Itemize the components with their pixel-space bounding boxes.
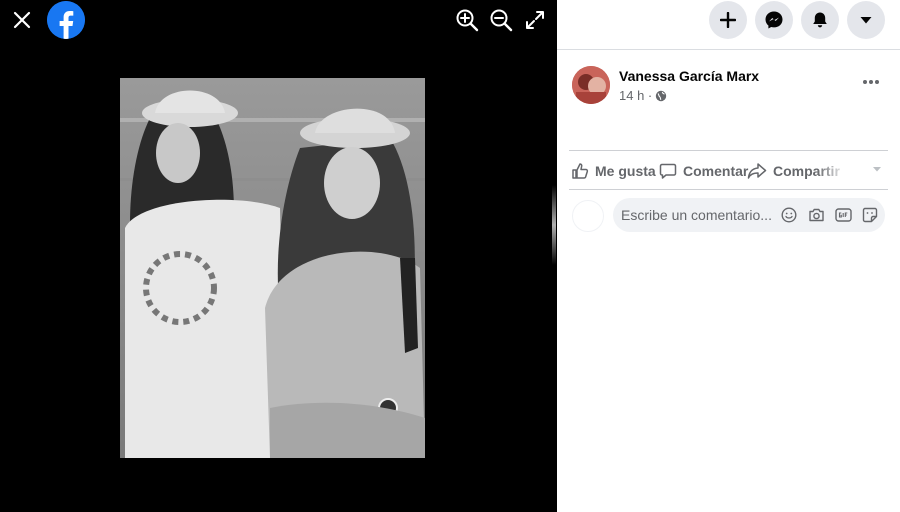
camera-icon — [808, 208, 824, 222]
post-time[interactable]: 14 h · — [619, 88, 652, 103]
post-header: Vanessa García Marx 14 h · — [557, 50, 900, 150]
author-avatar[interactable] — [572, 66, 610, 104]
black-and-white-photo — [120, 78, 425, 458]
share-label: Compartir — [773, 163, 840, 179]
comment-input[interactable] — [621, 207, 771, 223]
like-button[interactable]: Me gusta — [571, 162, 656, 180]
sticker-icon — [862, 207, 878, 223]
messenger-icon — [765, 11, 783, 29]
viewer-tools — [453, 6, 549, 34]
bell-icon — [813, 12, 827, 28]
more-icon — [863, 80, 879, 84]
zoom-in-button[interactable] — [453, 6, 481, 34]
post-panel: Vanessa García Marx 14 h · Me gusta Come… — [557, 0, 900, 512]
messenger-button[interactable] — [755, 1, 793, 39]
emoji-icon — [781, 207, 797, 223]
gif-button[interactable] — [834, 206, 852, 224]
thumbs-up-icon — [572, 163, 589, 179]
post-options-button[interactable] — [856, 72, 886, 92]
camera-button[interactable] — [807, 206, 825, 224]
sticker-button[interactable] — [861, 206, 879, 224]
avatar-photo — [572, 66, 610, 104]
share-options-button[interactable] — [872, 165, 882, 173]
caret-down-small-icon — [873, 167, 881, 172]
comment-box[interactable] — [613, 198, 885, 232]
fullscreen-icon — [526, 11, 544, 29]
top-bar — [557, 0, 900, 50]
comment-button[interactable]: Comentar — [659, 162, 748, 180]
facebook-logo-icon — [47, 1, 85, 39]
share-button[interactable]: Compartir — [747, 162, 847, 180]
fullscreen-button[interactable] — [521, 6, 549, 34]
account-menu-button[interactable] — [847, 1, 885, 39]
emoji-button[interactable] — [780, 206, 798, 224]
zoom-in-icon — [456, 9, 479, 32]
share-icon — [747, 163, 767, 179]
photo-viewer — [0, 0, 557, 512]
gif-icon — [834, 208, 852, 222]
zoom-out-button[interactable] — [487, 6, 515, 34]
zoom-out-icon — [490, 9, 513, 32]
panel-edge — [552, 185, 556, 265]
facebook-logo[interactable] — [47, 1, 85, 39]
post-photo[interactable] — [120, 78, 425, 458]
plus-icon — [720, 12, 736, 28]
comment-icon — [659, 163, 677, 179]
globe-icon — [656, 90, 667, 101]
viewer-avatar[interactable] — [572, 200, 604, 232]
like-label: Me gusta — [595, 163, 656, 179]
comment-composer — [572, 198, 885, 232]
close-button[interactable] — [8, 6, 36, 34]
post-meta: 14 h · — [619, 88, 667, 103]
caret-down-icon — [860, 17, 872, 24]
notifications-button[interactable] — [801, 1, 839, 39]
author-name[interactable]: Vanessa García Marx — [619, 68, 759, 84]
post-actions: Me gusta Comentar Compartir — [569, 150, 888, 190]
create-button[interactable] — [709, 1, 747, 39]
close-icon — [13, 11, 31, 29]
comment-label: Comentar — [683, 163, 749, 179]
